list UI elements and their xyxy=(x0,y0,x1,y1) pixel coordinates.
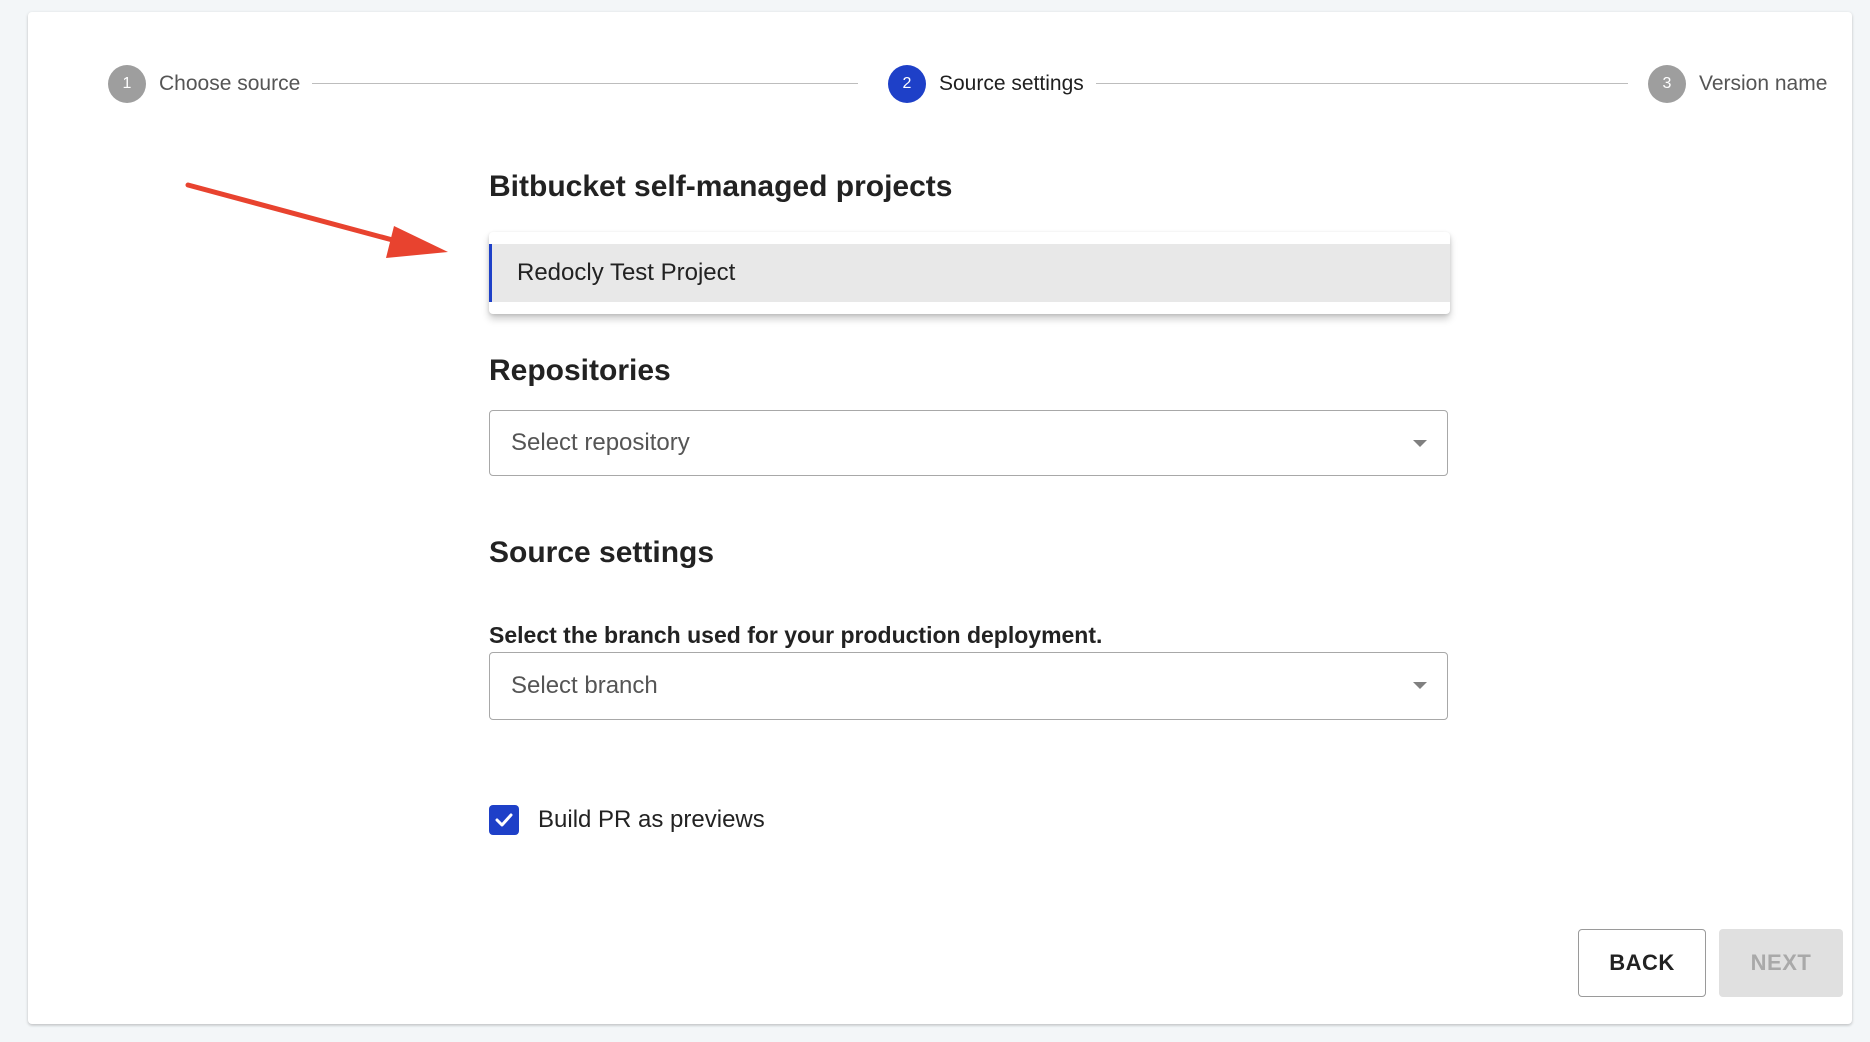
project-option-redocly-test-project[interactable]: Redocly Test Project xyxy=(489,244,1450,302)
step-label-version-name: Version name xyxy=(1699,72,1828,95)
build-pr-previews-checkbox[interactable] xyxy=(489,805,519,835)
chevron-down-icon xyxy=(1413,682,1427,689)
wizard-card: 1 Choose source 2 Source settings 3 Vers… xyxy=(28,12,1852,1024)
projects-title: Bitbucket self-managed projects xyxy=(489,170,953,203)
repository-select-placeholder: Select repository xyxy=(511,429,690,456)
source-settings-title: Source settings xyxy=(489,536,715,569)
repositories-title: Repositories xyxy=(489,354,671,387)
annotation-arrow-icon xyxy=(185,182,448,258)
branch-label: Select the branch used for your producti… xyxy=(489,622,1103,648)
step-label-source-settings: Source settings xyxy=(939,72,1084,95)
step-connector-2 xyxy=(1068,83,1628,84)
step-source-settings[interactable]: 2 Source settings xyxy=(876,64,1096,104)
repository-select[interactable]: Select repository xyxy=(489,410,1448,476)
checkmark-icon xyxy=(495,813,513,827)
next-button[interactable]: NEXT xyxy=(1719,929,1843,997)
build-pr-previews-row[interactable]: Build PR as previews xyxy=(489,802,765,838)
step-version-name[interactable]: 3 Version name xyxy=(1636,64,1828,104)
step-number-3: 3 xyxy=(1648,65,1686,103)
step-number-2: 2 xyxy=(888,65,926,103)
branch-select[interactable]: Select branch xyxy=(489,652,1448,720)
chevron-down-icon xyxy=(1413,440,1427,447)
branch-select-placeholder: Select branch xyxy=(511,672,658,699)
build-pr-previews-label: Build PR as previews xyxy=(538,806,765,833)
projects-dropdown-menu: Redocly Test Project xyxy=(489,232,1450,314)
back-button[interactable]: BACK xyxy=(1578,929,1706,997)
